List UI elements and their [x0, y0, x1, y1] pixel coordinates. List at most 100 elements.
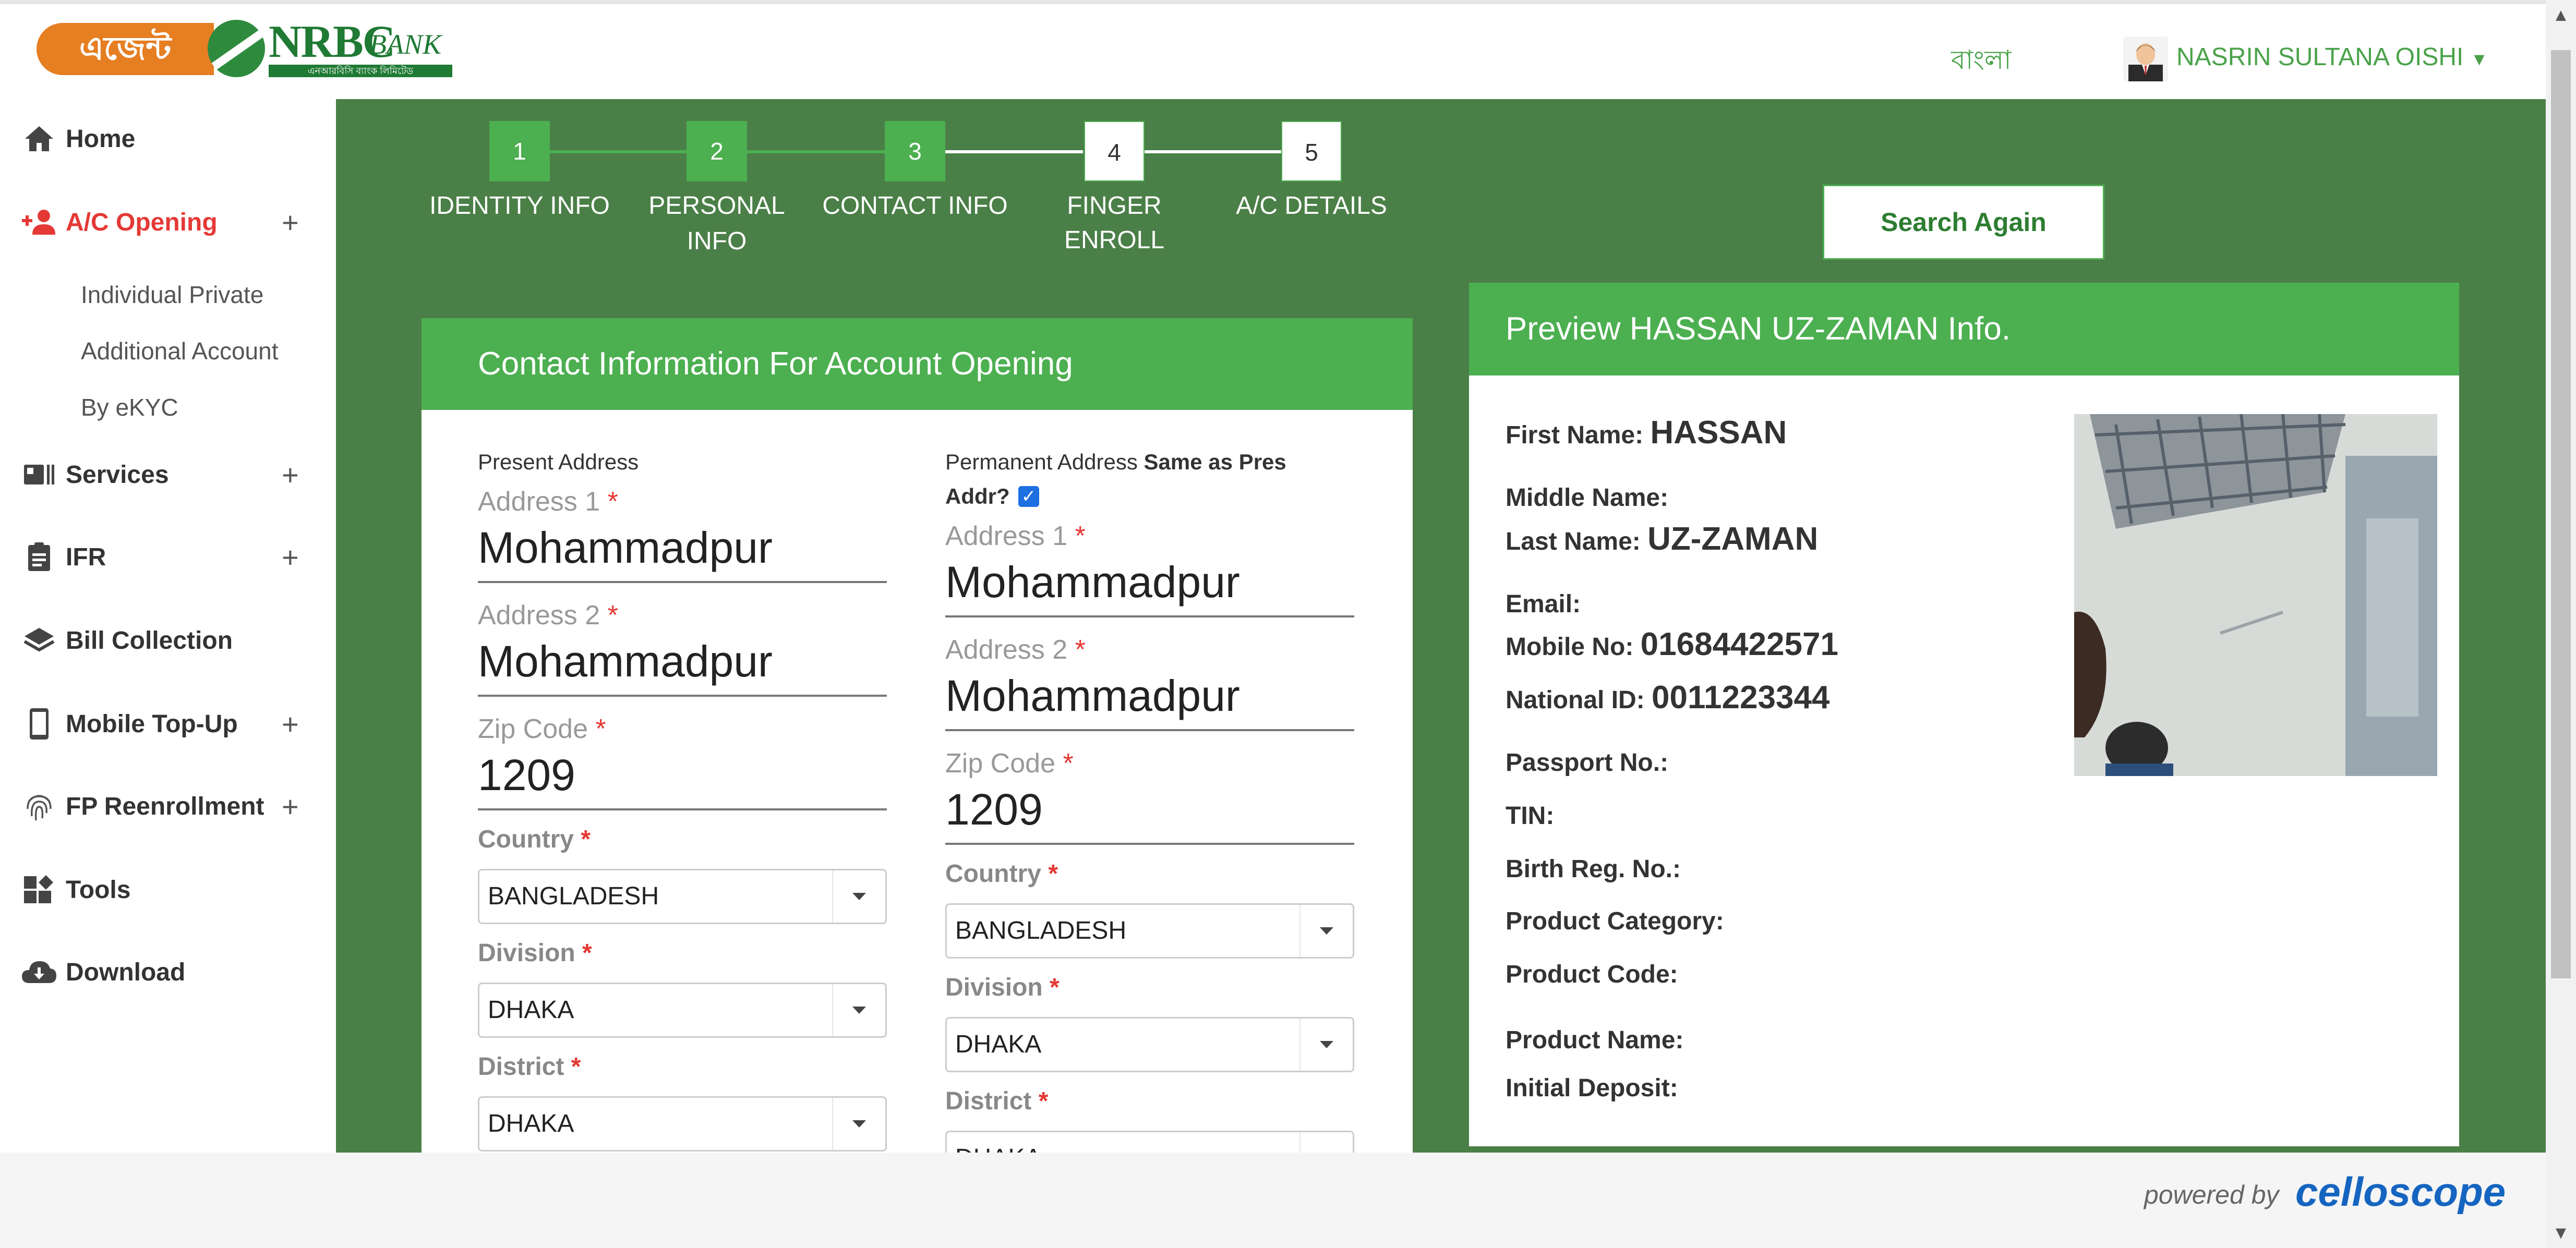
chevron-down-icon [832, 1098, 885, 1150]
sidebar-item-label: FP Reenrollment [66, 792, 264, 820]
sidebar-item-ac-opening[interactable]: A/C Opening [21, 207, 218, 238]
user-avatar[interactable] [2123, 37, 2168, 81]
sidebar-subitem-by-ekyc[interactable]: By eKYC [81, 393, 178, 421]
tools-icon [21, 874, 57, 905]
preview-national-id: National ID: 0011223344 [1506, 680, 1830, 716]
present-address1-label: Address 1 * [478, 487, 618, 517]
sidebar-item-ifr[interactable]: IFR [21, 541, 106, 573]
present-district-label: District * [478, 1053, 581, 1081]
chevron-down-icon [832, 984, 885, 1036]
scrollbar-thumb[interactable] [2551, 50, 2571, 978]
permanent-address1-input[interactable]: Mohammadpur [945, 557, 1240, 608]
sidebar-item-tools[interactable]: Tools [21, 874, 130, 905]
expand-icon[interactable]: + [282, 540, 299, 574]
sidebar-item-label: Home [66, 125, 136, 153]
chevron-down-icon [1299, 1019, 1353, 1071]
sidebar-item-label: Services [66, 461, 169, 489]
search-again-button[interactable]: Search Again [1823, 185, 2104, 260]
sidebar-item-services[interactable]: Services [21, 459, 169, 490]
input-underline [945, 615, 1354, 617]
expand-icon[interactable]: + [282, 707, 299, 741]
scroll-up-icon[interactable]: ▲ [2546, 0, 2576, 30]
preview-product-category: Product Category: [1506, 907, 1724, 935]
home-icon [21, 123, 57, 154]
sidebar: Home A/C Opening + Individual Private Ad… [0, 99, 336, 1153]
preview-last-name: Last Name: UZ-ZAMAN [1506, 521, 1819, 557]
present-address2-label: Address 2 * [478, 600, 618, 631]
present-country-select[interactable]: BANGLADESH [478, 869, 887, 924]
present-zip-label: Zip Code * [478, 714, 606, 744]
form-title: Contact Information For Account Opening [422, 318, 1413, 410]
present-division-select[interactable]: DHAKA [478, 983, 887, 1038]
step-4[interactable]: 4 [1084, 121, 1145, 181]
step-2-label: PERSONAL [648, 192, 785, 220]
step-2[interactable]: 2 [687, 121, 747, 181]
sidebar-item-label: A/C Opening [66, 208, 218, 236]
powered-by-text: powered by [2144, 1180, 2279, 1209]
expand-icon[interactable]: + [282, 458, 299, 492]
sidebar-item-home[interactable]: Home [21, 123, 135, 154]
present-division-label: Division * [478, 939, 592, 967]
chevron-down-icon [1299, 1132, 1353, 1153]
celloscope-logo: celloscope [2295, 1169, 2506, 1215]
preview-tin: TIN: [1506, 802, 1555, 830]
fingerprint-icon [21, 791, 57, 822]
preview-passport-no: Passport No.: [1506, 749, 1669, 777]
customer-photo [2074, 414, 2437, 776]
input-underline [478, 581, 887, 583]
bank-logo-tagline: এনআরবিসি ব্যাংক লিমিটেড [269, 65, 452, 77]
preview-first-name: First Name: HASSAN [1506, 415, 1787, 451]
permanent-address1-label: Address 1 * [945, 521, 1086, 551]
permanent-country-select[interactable]: BANGLADESH [945, 903, 1354, 959]
chevron-down-icon [832, 870, 885, 923]
sidebar-item-fp-reenrollment[interactable]: FP Reenrollment [21, 791, 264, 822]
sidebar-subitem-individual-private[interactable]: Individual Private [81, 281, 263, 309]
present-zip-input[interactable]: 1209 [478, 750, 575, 801]
select-value: DHAKA [488, 1110, 574, 1137]
same-as-label-line2: Addr? [945, 484, 1010, 508]
select-value: DHAKA [955, 1144, 1041, 1153]
present-district-select[interactable]: DHAKA [478, 1096, 887, 1152]
step-4-label: FINGER ENROLL [1064, 192, 1165, 254]
input-underline [478, 808, 887, 810]
caret-down-icon: ▼ [2470, 50, 2488, 69]
sidebar-item-bill-collection[interactable]: Bill Collection [21, 625, 233, 656]
preview-middle-name: Middle Name: [1506, 484, 1669, 512]
permanent-address2-input[interactable]: Mohammadpur [945, 671, 1240, 721]
sidebar-item-mobile-top-up[interactable]: Mobile Top-Up [21, 708, 238, 740]
sidebar-subitem-additional-account[interactable]: Additional Account [81, 337, 279, 365]
services-icon [21, 459, 57, 490]
bank-logo-suffix: BANK [369, 29, 442, 60]
permanent-division-select[interactable]: DHAKA [945, 1017, 1354, 1072]
sidebar-item-label: Tools [66, 876, 131, 904]
expand-icon[interactable]: + [282, 790, 299, 823]
scroll-down-icon[interactable]: ▼ [2546, 1218, 2576, 1248]
step-1[interactable]: 1 [489, 121, 550, 181]
contact-form-card: Contact Information For Account Opening … [422, 318, 1413, 1153]
expand-icon[interactable]: + [282, 205, 299, 239]
step-connector [1143, 150, 1281, 153]
preview-product-name: Product Name: [1506, 1026, 1684, 1054]
language-toggle[interactable]: বাংলা [1951, 41, 2012, 84]
preview-initial-deposit: Initial Deposit: [1506, 1074, 1678, 1102]
user-menu[interactable]: NASRIN SULTANA OISHI ▼ [2176, 43, 2488, 71]
step-3[interactable]: 3 [885, 121, 945, 181]
input-underline [945, 843, 1354, 845]
cloud-download-icon [21, 956, 57, 988]
step-1-label: IDENTITY INFO [429, 192, 610, 220]
select-value: BANGLADESH [488, 882, 659, 910]
step-5-label: A/C DETAILS [1236, 192, 1387, 220]
step-connector [747, 150, 885, 153]
permanent-zip-input[interactable]: 1209 [945, 784, 1043, 835]
permanent-district-select[interactable]: DHAKA [945, 1131, 1354, 1153]
user-name: NASRIN SULTANA OISHI [2176, 43, 2464, 71]
step-5[interactable]: 5 [1281, 121, 1342, 181]
present-address1-input[interactable]: Mohammadpur [478, 523, 773, 573]
same-as-present-checkbox[interactable]: ✓ [1018, 486, 1039, 507]
select-value: BANGLADESH [955, 917, 1127, 944]
sidebar-item-download[interactable]: Download [21, 956, 185, 988]
step-3-label: CONTACT INFO [822, 192, 1008, 220]
nrbc-logo-mark [208, 20, 265, 77]
present-address2-input[interactable]: Mohammadpur [478, 636, 773, 687]
same-as-label: Same as Pres [1143, 450, 1286, 474]
